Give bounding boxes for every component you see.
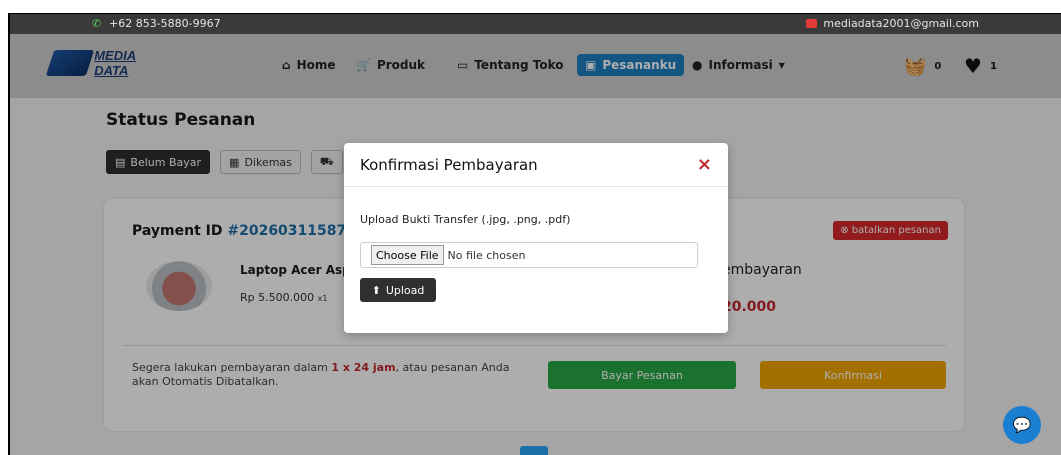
mail-icon bbox=[806, 19, 818, 28]
browser-frame: ✆ +62 853-5880-9967 mediadata2001@gmail.… bbox=[8, 13, 1061, 455]
file-input[interactable]: Choose File No file chosen bbox=[360, 242, 698, 268]
confirm-payment-modal: Konfirmasi Pembayaran × Upload Bukti Tra… bbox=[344, 143, 728, 333]
upload-label-text: Upload bbox=[385, 283, 425, 297]
phone-icon: ✆ bbox=[92, 17, 102, 30]
chat-button[interactable]: 💬 bbox=[1003, 406, 1041, 444]
modal-title: Konfirmasi Pembayaran bbox=[360, 155, 538, 174]
choose-file-button[interactable]: Choose File bbox=[371, 245, 444, 265]
phone-number: +62 853-5880-9967 bbox=[109, 17, 221, 30]
modal-header: Konfirmasi Pembayaran × bbox=[344, 143, 728, 187]
upload-button[interactable]: ⬆ Upload bbox=[360, 278, 436, 302]
close-icon[interactable]: × bbox=[697, 154, 712, 175]
top-contact-bar: ✆ +62 853-5880-9967 mediadata2001@gmail.… bbox=[10, 14, 1061, 34]
upload-icon: ⬆ bbox=[371, 283, 381, 297]
pagination-item[interactable] bbox=[520, 446, 548, 455]
chat-bubble-icon: 💬 bbox=[1012, 416, 1032, 434]
modal-body: Upload Bukti Transfer (.jpg, .png, .pdf)… bbox=[344, 187, 728, 302]
file-status: No file chosen bbox=[447, 248, 526, 262]
upload-label: Upload Bukti Transfer (.jpg, .png, .pdf) bbox=[360, 213, 571, 226]
email-contact: mediadata2001@gmail.com bbox=[806, 17, 979, 30]
email-address: mediadata2001@gmail.com bbox=[823, 17, 979, 30]
phone-contact: ✆ +62 853-5880-9967 bbox=[92, 17, 221, 30]
